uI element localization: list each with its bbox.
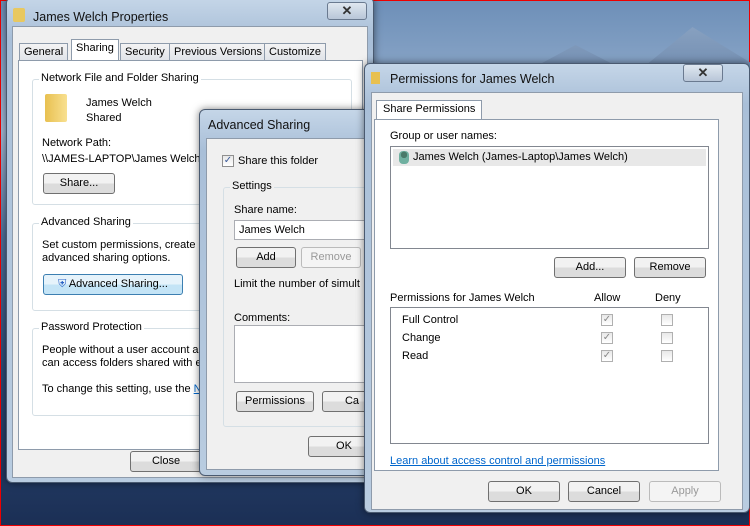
user-list[interactable]: James Welch (James-Laptop\James Welch) [390, 146, 709, 249]
permissions-list: Full Control ✓ Change ✓ Read ✓ [390, 307, 709, 444]
remove-button[interactable]: Remove [634, 257, 706, 278]
full-control-deny-checkbox[interactable] [661, 314, 673, 326]
uac-shield-icon: ⛨ [58, 278, 67, 290]
share-name-input[interactable]: James Welch [234, 220, 374, 240]
change-deny-checkbox[interactable] [661, 332, 673, 344]
apply-button[interactable]: Apply [649, 481, 721, 502]
tab-previous-versions[interactable]: Previous Versions [169, 43, 268, 61]
tab-customize[interactable]: Customize [264, 43, 326, 61]
tab-sharing[interactable]: Sharing [71, 39, 119, 60]
permissions-button[interactable]: Permissions [236, 391, 314, 412]
share-permissions-panel: Group or user names: James Welch (James-… [374, 119, 719, 471]
add-button[interactable]: Add... [554, 257, 626, 278]
add-button[interactable]: Add [236, 247, 296, 268]
ok-button[interactable]: OK [488, 481, 560, 502]
window-title: Advanced Sharing [208, 118, 311, 132]
share-folder-checkbox[interactable]: ✓ [222, 155, 234, 167]
tab-share-permissions[interactable]: Share Permissions [376, 100, 483, 120]
remove-button[interactable]: Remove [301, 247, 361, 268]
permissions-window: Permissions for James Welch ✕ Share Perm… [364, 63, 750, 513]
close-button[interactable]: Close [130, 451, 202, 472]
close-icon[interactable]: ✕ [683, 64, 723, 82]
user-icon [399, 151, 409, 164]
advanced-sharing-button[interactable]: ⛨ Advanced Sharing... [43, 274, 183, 295]
comments-textarea[interactable] [234, 325, 374, 383]
read-deny-checkbox[interactable] [661, 350, 673, 362]
tab-security[interactable]: Security [120, 43, 170, 61]
advanced-sharing-window: Advanced Sharing ✓ Share this folder Set… [199, 109, 393, 476]
tab-general[interactable]: General [19, 43, 69, 61]
share-button[interactable]: Share... [43, 173, 115, 194]
list-item[interactable]: James Welch (James-Laptop\James Welch) [393, 149, 706, 166]
access-control-link[interactable]: Learn about access control and permissio… [390, 455, 605, 467]
window-title: James Welch Properties [33, 10, 169, 24]
window-title: Permissions for James Welch [390, 72, 555, 86]
shared-folder-icon [45, 94, 67, 122]
close-icon[interactable]: ✕ [327, 2, 367, 20]
full-control-allow-checkbox[interactable]: ✓ [601, 314, 613, 326]
cancel-button[interactable]: Cancel [568, 481, 640, 502]
lock-folder-icon [13, 8, 25, 22]
read-allow-checkbox[interactable]: ✓ [601, 350, 613, 362]
folder-icon [371, 72, 380, 84]
change-allow-checkbox[interactable]: ✓ [601, 332, 613, 344]
